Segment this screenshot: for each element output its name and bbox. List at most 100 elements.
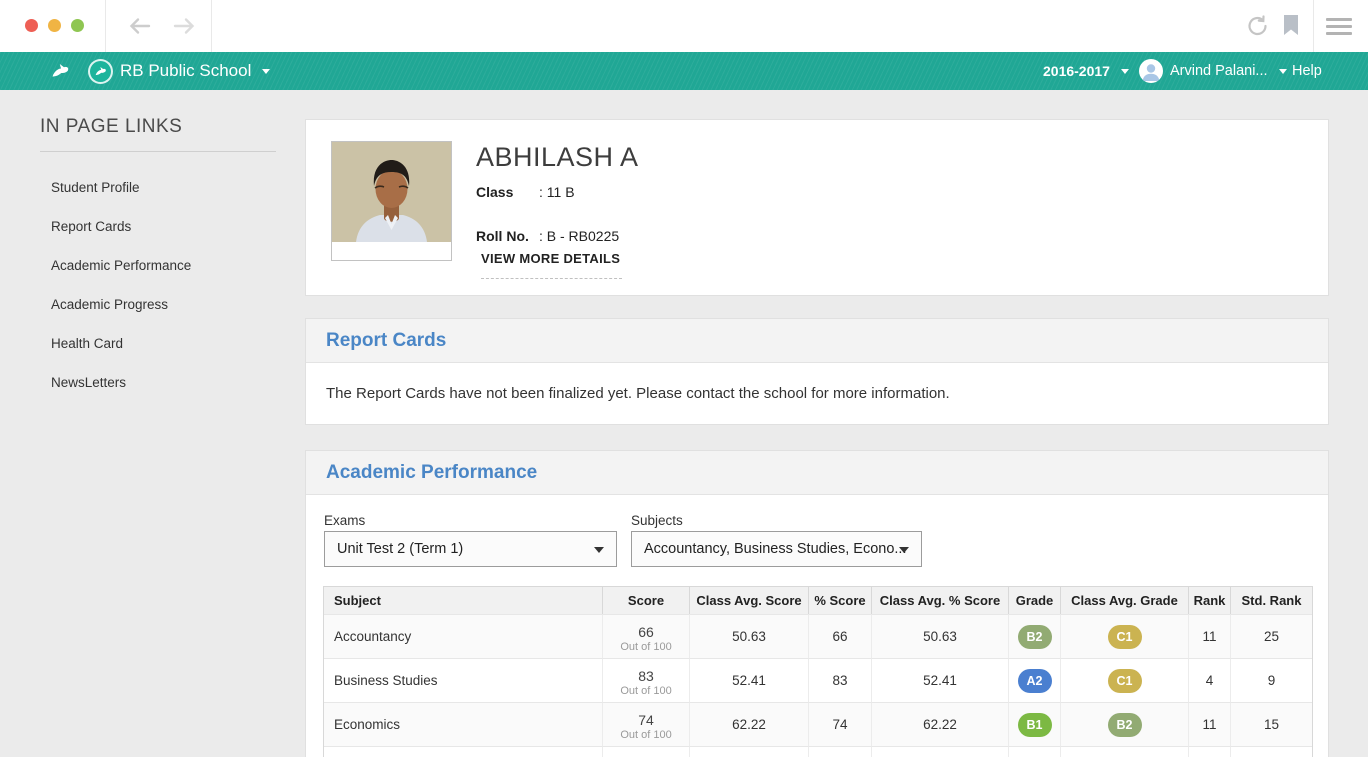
sidebar-item-student-profile[interactable]: Student Profile bbox=[51, 168, 191, 207]
divider bbox=[1313, 0, 1314, 52]
class-avg-pct-cell: 50.63 bbox=[872, 614, 1009, 658]
grade-badge: B2 bbox=[1018, 625, 1052, 649]
student-profile-card: ABHILASH A Class : 11 B Roll No. : B - R… bbox=[305, 119, 1329, 296]
std-rank-cell: 15 bbox=[1231, 702, 1312, 746]
grade-badge: C1 bbox=[1108, 625, 1142, 649]
chevron-down-icon bbox=[594, 547, 604, 553]
user-name: Arvind Palani... bbox=[1170, 63, 1268, 79]
table-header-row: Subject Score Class Avg. Score % Score C… bbox=[324, 587, 1312, 614]
chevron-down-icon bbox=[1121, 69, 1129, 74]
school-name: RB Public School bbox=[120, 61, 251, 81]
class-avg-grade-cell: C1 bbox=[1061, 658, 1189, 702]
col-class-avg-score: Class Avg. Score bbox=[690, 587, 809, 614]
zoom-window-icon[interactable] bbox=[71, 19, 84, 32]
report-cards-message: The Report Cards have not been finalized… bbox=[306, 363, 1328, 402]
sidebar-item-academic-performance[interactable]: Academic Performance bbox=[51, 246, 191, 285]
divider bbox=[40, 151, 276, 152]
sidebar-item-academic-progress[interactable]: Academic Progress bbox=[51, 285, 191, 324]
grade-cell: B2 bbox=[1009, 614, 1061, 658]
refresh-icon[interactable] bbox=[1246, 14, 1270, 43]
out-of-label: Out of 100 bbox=[620, 685, 671, 697]
back-arrow-icon[interactable] bbox=[123, 15, 157, 37]
std-rank-cell: 9 bbox=[1231, 658, 1312, 702]
col-class-avg-pct-score: Class Avg. % Score bbox=[872, 587, 1009, 614]
score-cell: 74 Out of 100 bbox=[603, 746, 690, 757]
chevron-down-icon bbox=[262, 69, 270, 74]
subject-cell: Economics bbox=[324, 702, 603, 746]
pct-score-cell: 74 bbox=[809, 702, 872, 746]
class-row: Class : 11 B bbox=[476, 184, 575, 200]
avatar bbox=[1139, 59, 1163, 83]
school-logo-icon bbox=[88, 59, 113, 84]
exams-dropdown[interactable]: Unit Test 2 (Term 1) bbox=[324, 531, 617, 567]
grade-badge: B1 bbox=[1018, 713, 1052, 737]
divider bbox=[211, 0, 212, 52]
subject-cell bbox=[324, 746, 603, 757]
roll-label: Roll No. bbox=[476, 228, 539, 244]
col-std-rank: Std. Rank bbox=[1231, 587, 1312, 614]
exams-label: Exams bbox=[324, 513, 365, 528]
close-window-icon[interactable] bbox=[25, 19, 38, 32]
academic-year: 2016-2017 bbox=[1043, 63, 1110, 79]
forward-arrow-icon[interactable] bbox=[167, 15, 201, 37]
class-avg-score-cell: 62.22 bbox=[690, 702, 809, 746]
report-cards-title: Report Cards bbox=[326, 330, 446, 352]
class-avg-grade-cell: B2 bbox=[1061, 702, 1189, 746]
bird-logo-icon[interactable] bbox=[50, 52, 70, 90]
table-row: Economics 74 Out of 100 62.22 74 62.22 B… bbox=[324, 702, 1312, 746]
minimize-window-icon[interactable] bbox=[48, 19, 61, 32]
table-row: 74 Out of 100 bbox=[324, 746, 1312, 757]
divider bbox=[105, 0, 106, 52]
score-cell: 74 Out of 100 bbox=[603, 702, 690, 746]
page-body: IN PAGE LINKS Student Profile Report Car… bbox=[0, 90, 1368, 757]
chevron-down-icon bbox=[1279, 69, 1287, 74]
class-avg-pct-cell: 62.22 bbox=[872, 702, 1009, 746]
sidebar-item-health-card[interactable]: Health Card bbox=[51, 324, 191, 363]
class-avg-score-cell: 50.63 bbox=[690, 614, 809, 658]
col-score: Score bbox=[603, 587, 690, 614]
rank-cell: 11 bbox=[1189, 614, 1231, 658]
help-link[interactable]: Help bbox=[1292, 52, 1322, 90]
chevron-down-icon bbox=[899, 547, 909, 553]
grade-badge: B2 bbox=[1108, 713, 1142, 737]
academic-performance-title: Academic Performance bbox=[326, 462, 537, 484]
grade-badge: A2 bbox=[1018, 669, 1052, 693]
pct-score-cell: 66 bbox=[809, 614, 872, 658]
in-page-links-list: Student Profile Report Cards Academic Pe… bbox=[51, 168, 191, 402]
bookmark-icon[interactable] bbox=[1283, 15, 1299, 41]
class-avg-pct-cell: 52.41 bbox=[872, 658, 1009, 702]
class-avg-grade-cell: C1 bbox=[1061, 614, 1189, 658]
std-rank-cell: 25 bbox=[1231, 614, 1312, 658]
subject-cell: Business Studies bbox=[324, 658, 603, 702]
view-more-details-link[interactable]: VIEW MORE DETAILS bbox=[481, 251, 622, 279]
student-photo bbox=[331, 141, 452, 261]
subject-cell: Accountancy bbox=[324, 614, 603, 658]
user-menu[interactable]: Arvind Palani... bbox=[1139, 52, 1287, 90]
subjects-dropdown[interactable]: Accountancy, Business Studies, Econo... bbox=[631, 531, 922, 567]
out-of-label: Out of 100 bbox=[620, 729, 671, 741]
class-label: Class bbox=[476, 184, 539, 200]
grade-cell: A2 bbox=[1009, 658, 1061, 702]
academic-year-selector[interactable]: 2016-2017 bbox=[1043, 52, 1129, 90]
col-grade: Grade bbox=[1009, 587, 1061, 614]
academic-performance-header: Academic Performance bbox=[306, 451, 1328, 495]
sidebar-item-report-cards[interactable]: Report Cards bbox=[51, 207, 191, 246]
menu-icon[interactable] bbox=[1326, 18, 1352, 35]
app-header: RB Public School 2016-2017 Arvind Palani… bbox=[0, 52, 1368, 90]
rank-cell: 11 bbox=[1189, 702, 1231, 746]
grade-badge: C1 bbox=[1108, 669, 1142, 693]
col-rank: Rank bbox=[1189, 587, 1231, 614]
class-avg-grade-cell bbox=[1061, 746, 1189, 757]
school-selector[interactable]: RB Public School bbox=[88, 52, 270, 90]
grade-cell: B1 bbox=[1009, 702, 1061, 746]
out-of-label: Out of 100 bbox=[620, 641, 671, 653]
col-pct-score: % Score bbox=[809, 587, 872, 614]
sidebar-item-newsletters[interactable]: NewsLetters bbox=[51, 363, 191, 402]
roll-value: : B - RB0225 bbox=[539, 228, 619, 244]
pct-score-cell: 83 bbox=[809, 658, 872, 702]
roll-row: Roll No. : B - RB0225 bbox=[476, 228, 619, 244]
exams-selected-value: Unit Test 2 (Term 1) bbox=[337, 541, 463, 557]
std-rank-cell bbox=[1231, 746, 1312, 757]
class-avg-pct-cell bbox=[872, 746, 1009, 757]
subjects-label: Subjects bbox=[631, 513, 683, 528]
